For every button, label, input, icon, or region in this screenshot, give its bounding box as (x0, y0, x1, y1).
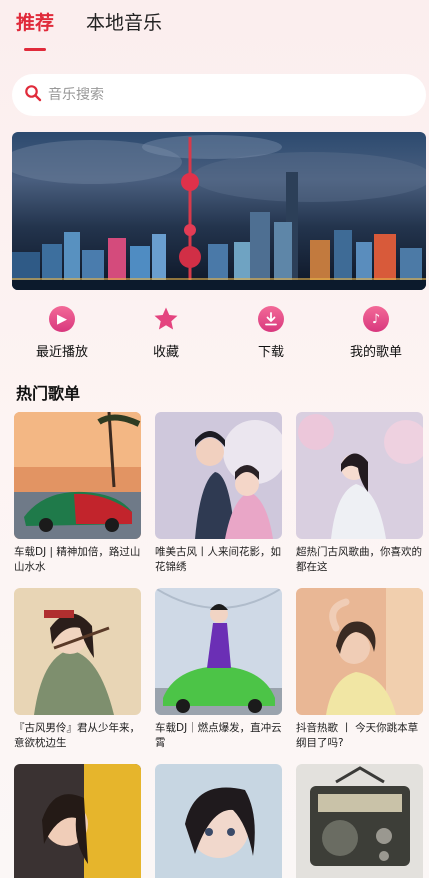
playlist-cover-image (296, 764, 423, 878)
playlist-card[interactable]: 抖音热歌 丨 今天你跳本草纲目了吗? (296, 588, 423, 751)
music-home-screen: 推荐 本地音乐 音乐搜索 ▶ 最近播放 收藏 下载 ♪ 我的歌单 热门歌单 车载… (0, 0, 429, 878)
playlist-title: 唯美古风丨人来间花影，如花锦绣 (155, 546, 281, 573)
playlist-cover-image (155, 412, 282, 539)
playlist-cover-image (14, 412, 141, 539)
playlist-card[interactable]: 『古风男伶』君从少年来，意欲枕边生 (14, 588, 141, 751)
recent-play-button[interactable]: ▶ 最近播放 (22, 306, 102, 360)
tab-recommend[interactable]: 推荐 (16, 10, 54, 54)
star-icon (153, 306, 179, 332)
banner-image[interactable] (12, 132, 426, 290)
playlist-card[interactable] (155, 764, 282, 878)
playlist-title: 抖音热歌 丨 今天你跳本草纲目了吗? (296, 722, 419, 749)
playlist-card[interactable]: 唯美古风丨人来间花影，如花锦绣 (155, 412, 282, 575)
tab-local-music[interactable]: 本地音乐 (86, 10, 162, 54)
search-input[interactable] (48, 87, 388, 103)
playlist-title: 车载DJ | 精神加倍，路过山山水水 (14, 546, 141, 573)
city-skyline-illustration (12, 135, 426, 290)
playlist-card[interactable] (296, 764, 423, 878)
recent-play-label: 最近播放 (35, 345, 88, 360)
playlist-card[interactable]: 车载DJ | 精神加倍，路过山山水水 (14, 412, 141, 575)
playlist-cover-image (14, 764, 141, 878)
hot-playlists-heading: 热门歌单 (16, 384, 81, 403)
playlist-title: 车载DJ｜燃点爆发，直冲云霄 (155, 722, 282, 749)
favorites-button[interactable]: 收藏 (126, 306, 206, 360)
top-tabs: 推荐 本地音乐 (16, 10, 162, 54)
search-icon (24, 84, 42, 106)
quick-actions: ▶ 最近播放 收藏 下载 ♪ 我的歌单 (0, 306, 429, 366)
download-icon (258, 306, 284, 332)
my-playlists-button[interactable]: ♪ 我的歌单 (336, 306, 416, 360)
playlist-cover-image (14, 588, 141, 715)
playlist-title: 超热门古风歌曲，你喜欢的都在这 (296, 546, 422, 573)
favorites-label: 收藏 (152, 345, 179, 360)
download-button[interactable]: 下载 (231, 306, 311, 360)
playlist-cover-image (296, 588, 423, 715)
my-playlists-label: 我的歌单 (349, 345, 402, 360)
download-label: 下载 (257, 345, 284, 360)
playlist-cover-image (155, 588, 282, 715)
playlist-cover-image (155, 764, 282, 878)
playlist-card[interactable]: 超热门古风歌曲，你喜欢的都在这 (296, 412, 423, 575)
playlist-cover-image (296, 412, 423, 539)
playlist-card[interactable] (14, 764, 141, 878)
play-icon: ▶ (49, 306, 75, 332)
playlist-title: 『古风男伶』君从少年来，意欲枕边生 (14, 722, 140, 749)
playlist-card[interactable]: 车载DJ｜燃点爆发，直冲云霄 (155, 588, 282, 751)
music-note-icon: ♪ (363, 306, 389, 332)
search-bar[interactable] (12, 74, 426, 116)
